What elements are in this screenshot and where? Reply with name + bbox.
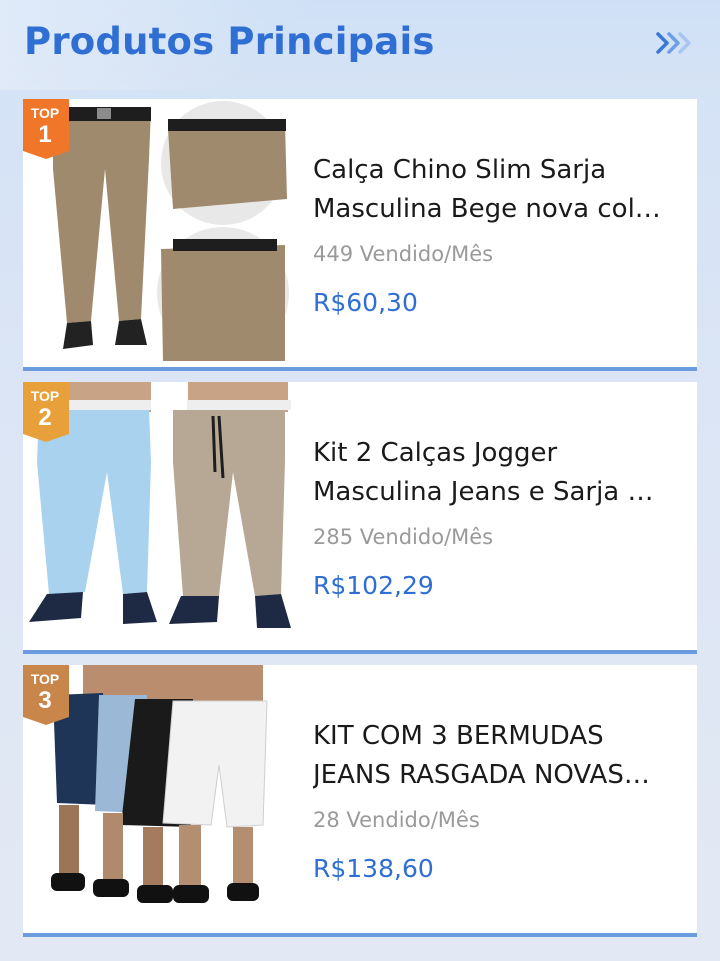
- badge-rank: 1: [38, 121, 52, 148]
- product-card[interactable]: TOP 2 Kit 2 Calças Jogger Masculina Jean…: [23, 382, 697, 654]
- section-title: Produtos Principais: [24, 20, 435, 63]
- badge-rank: 3: [38, 687, 52, 714]
- sold-count: 449 Vendido/Mês: [313, 242, 494, 266]
- product-price: R$102,29: [313, 571, 434, 600]
- sold-count: 285 Vendido/Mês: [313, 525, 494, 549]
- section-header: Produtos Principais: [0, 0, 720, 90]
- badge-top-label: TOP: [30, 671, 60, 687]
- product-title-line1: KIT COM 3 BERMUDAS: [313, 721, 604, 751]
- product-title[interactable]: Kit 2 Calças Jogger Masculina Jeans e Sa…: [313, 434, 673, 512]
- product-title[interactable]: KIT COM 3 BERMUDAS JEANS RASGADA NOVAS…: [313, 717, 673, 795]
- badge-top-label: TOP: [30, 388, 60, 404]
- product-card[interactable]: TOP 3 KIT COM 3 BERMUDAS JEANS RASGADA N…: [23, 665, 697, 937]
- rank-badge: TOP 1: [23, 99, 71, 161]
- sold-count: 28 Vendido/Mês: [313, 808, 480, 832]
- product-title[interactable]: Calça Chino Slim Sarja Masculina Bege no…: [313, 151, 673, 229]
- double-chevron-right-icon[interactable]: [654, 28, 696, 58]
- rank-badge: TOP 3: [23, 665, 71, 727]
- product-price: R$138,60: [313, 854, 434, 883]
- badge-rank: 2: [38, 404, 52, 431]
- rank-badge: TOP 2: [23, 382, 71, 444]
- product-card[interactable]: TOP 1 Calça Chino Slim Sarja Masculina B…: [23, 99, 697, 371]
- product-title-line1: Kit 2 Calças Jogger: [313, 438, 558, 468]
- product-price: R$60,30: [313, 288, 418, 317]
- product-title-line2: JEANS RASGADA NOVAS…: [313, 760, 650, 790]
- product-title-line2: Masculina Jeans e Sarja …: [313, 477, 654, 507]
- product-title-line1: Calça Chino Slim Sarja: [313, 155, 607, 185]
- product-image[interactable]: TOP 3: [23, 665, 293, 933]
- product-image[interactable]: TOP 2: [23, 382, 293, 650]
- product-title-line2: Masculina Bege nova col…: [313, 194, 661, 224]
- product-image[interactable]: TOP 1: [23, 99, 293, 367]
- badge-top-label: TOP: [30, 105, 60, 121]
